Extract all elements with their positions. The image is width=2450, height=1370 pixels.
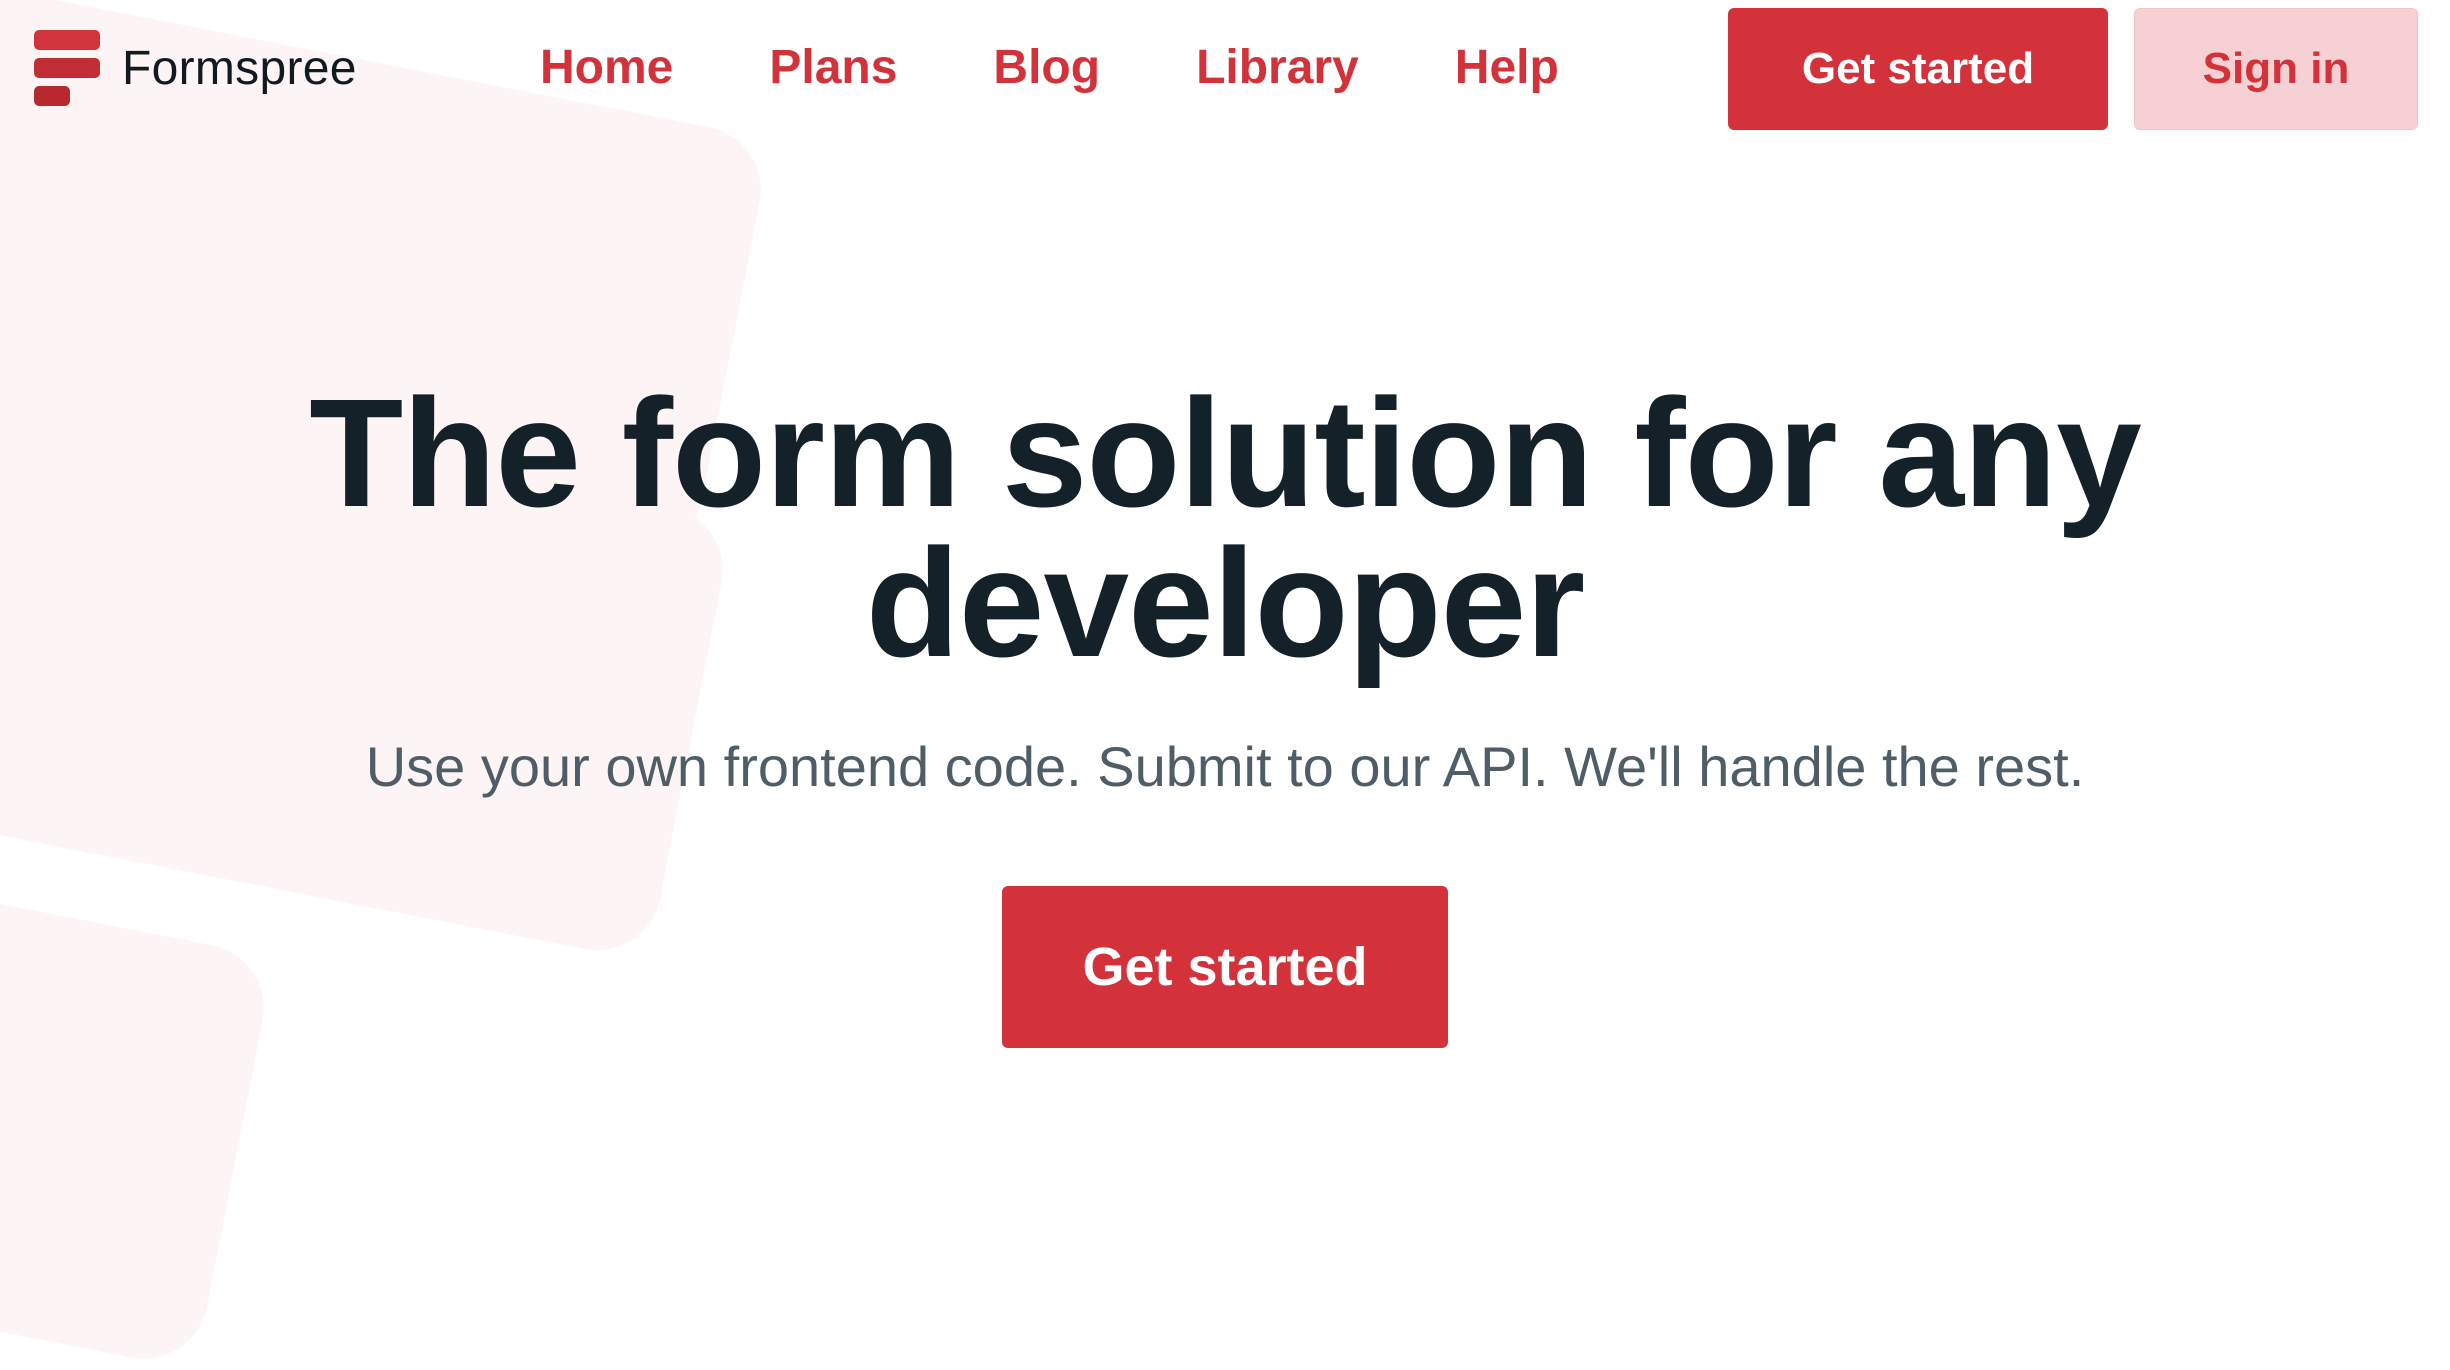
background-shape [0, 850, 275, 1370]
nav-item-plans[interactable]: Plans [769, 36, 897, 100]
formspree-logo-icon [34, 30, 100, 106]
header-get-started-button[interactable]: Get started [1728, 8, 2108, 130]
nav-item-home[interactable]: Home [540, 36, 673, 100]
hero-subtitle: Use your own frontend code. Submit to ou… [365, 735, 2085, 798]
nav-item-library[interactable]: Library [1196, 36, 1359, 100]
main-nav: Home Plans Blog Library Help [540, 36, 1559, 100]
nav-item-blog[interactable]: Blog [993, 36, 1100, 100]
brand-logo[interactable]: Formspree [34, 30, 357, 106]
site-header: Formspree Home Plans Blog Library Help G… [0, 0, 2450, 135]
hero-title: The form solution for any developer [0, 367, 2450, 689]
sign-in-button[interactable]: Sign in [2134, 8, 2418, 130]
brand-name: Formspree [122, 41, 357, 95]
nav-item-help[interactable]: Help [1455, 36, 1559, 100]
hero-title-line-1: The form solution for any [309, 367, 2142, 539]
hero-get-started-button[interactable]: Get started [1002, 886, 1448, 1048]
hero-title-line-2: developer [865, 517, 1586, 689]
